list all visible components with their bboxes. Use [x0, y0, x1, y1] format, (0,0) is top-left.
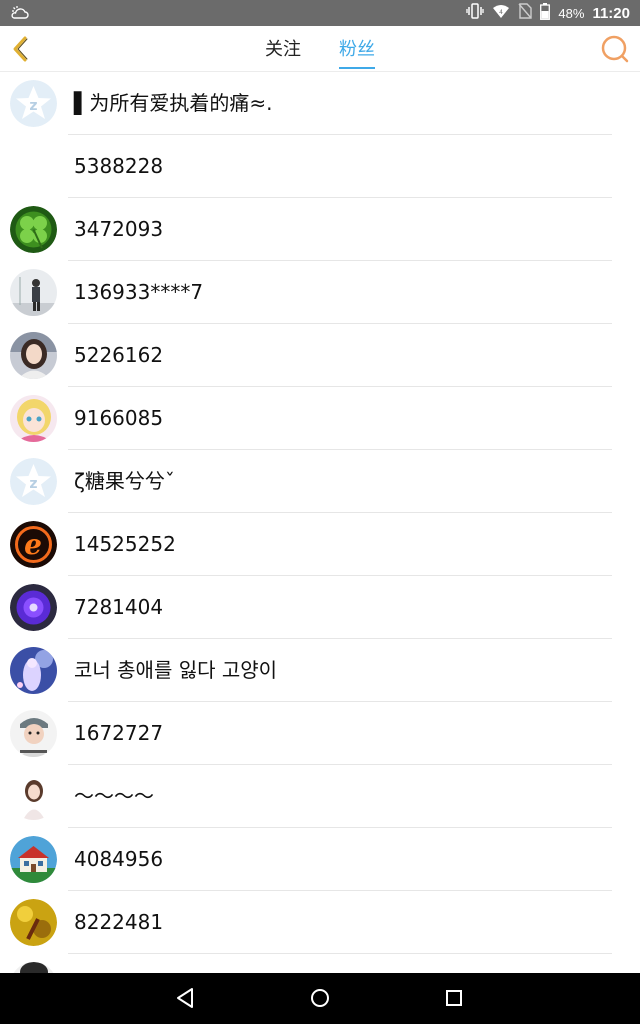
fan-name: 8222481 [74, 910, 164, 934]
fan-name: 14525252 [74, 532, 176, 556]
search-button[interactable] [600, 34, 630, 64]
tab-following[interactable]: 关注 [265, 35, 301, 63]
fan-name: 코너 총애를 잃다 고양이 [74, 658, 278, 682]
svg-text:4: 4 [500, 9, 504, 16]
fan-name: 1672727 [74, 721, 164, 745]
fan-list-item[interactable]: e 14525252 [0, 513, 640, 576]
fan-list-item[interactable]: 3472093 [0, 198, 640, 261]
avatar[interactable] [10, 962, 57, 973]
avatar[interactable]: z [10, 458, 57, 505]
fan-name: 3472093 [74, 217, 164, 241]
avatar[interactable] [10, 836, 57, 883]
fan-list-item[interactable]: 4084956 [0, 828, 640, 891]
fan-list-item[interactable]: ～～～～ [0, 765, 640, 828]
fan-name: ～～～～ [74, 784, 154, 808]
svg-text:z: z [29, 98, 37, 114]
triangle-back-icon [177, 988, 193, 1008]
avatar[interactable] [10, 710, 57, 757]
search-icon [601, 35, 629, 63]
fan-list-item[interactable]: 5388228 [0, 135, 640, 198]
avatar[interactable] [10, 206, 57, 253]
fan-name: ζ糖果兮兮ˇ [74, 469, 175, 493]
svg-text:e: e [24, 528, 42, 561]
fan-name: 4084956 [74, 847, 164, 871]
circle-home-icon [311, 989, 329, 1007]
fan-name: 5388228 [74, 154, 164, 178]
fans-list: z ▌为所有爱执着的痛≈. 5388228 3472093 136933****7 522… [0, 72, 640, 973]
avatar[interactable] [10, 773, 57, 820]
avatar[interactable] [10, 332, 57, 379]
tab-bar: 关注 粉丝 [0, 26, 640, 72]
fan-list-item[interactable]: 136933****7 [0, 261, 640, 324]
clock: 11:20 [592, 4, 630, 22]
battery-percent: 48% [558, 5, 585, 21]
no-sim-icon [518, 3, 533, 23]
fan-list-item[interactable]: 코너 총애를 잃다 고양이 [0, 639, 640, 702]
fan-name: 5226162 [74, 343, 164, 367]
fan-name: 7281404 [74, 595, 164, 619]
svg-text:z: z [29, 476, 37, 492]
avatar[interactable] [10, 584, 57, 631]
fan-list-item[interactable] [0, 954, 640, 973]
fan-list-item[interactable]: 9166085 [0, 387, 640, 450]
avatar[interactable] [10, 899, 57, 946]
fan-name: ▌为所有爱执着的痛≈. [74, 91, 273, 115]
fan-list-item[interactable]: z ▌为所有爱执着的痛≈. [0, 72, 640, 135]
avatar[interactable] [10, 269, 57, 316]
avatar[interactable]: z [10, 80, 57, 127]
fan-list-item[interactable]: 7281404 [0, 576, 640, 639]
navigation-bar [0, 973, 640, 1024]
fan-list-item[interactable]: z ζ糖果兮兮ˇ [0, 450, 640, 513]
fan-list-item[interactable]: 5226162 [0, 324, 640, 387]
avatar[interactable]: e [10, 521, 57, 568]
battery-icon [540, 2, 551, 24]
wifi-icon: 4 [492, 4, 510, 23]
avatar[interactable] [10, 395, 57, 442]
recents-nav-button[interactable] [441, 985, 467, 1011]
back-nav-button[interactable] [173, 985, 199, 1011]
fan-list-item[interactable]: 8222481 [0, 891, 640, 954]
status-bar: 4 48% 11:20 [0, 0, 640, 26]
top-bar: 关注 粉丝 [0, 26, 640, 72]
weather-icon [10, 4, 30, 26]
home-nav-button[interactable] [307, 985, 333, 1011]
fan-list-item[interactable]: 1672727 [0, 702, 640, 765]
tab-fans[interactable]: 粉丝 [339, 35, 375, 69]
vibrate-icon [466, 3, 485, 23]
square-recents-icon [446, 990, 462, 1006]
avatar[interactable] [10, 647, 57, 694]
fan-name: 9166085 [74, 406, 164, 430]
fan-name: 136933****7 [74, 280, 204, 304]
